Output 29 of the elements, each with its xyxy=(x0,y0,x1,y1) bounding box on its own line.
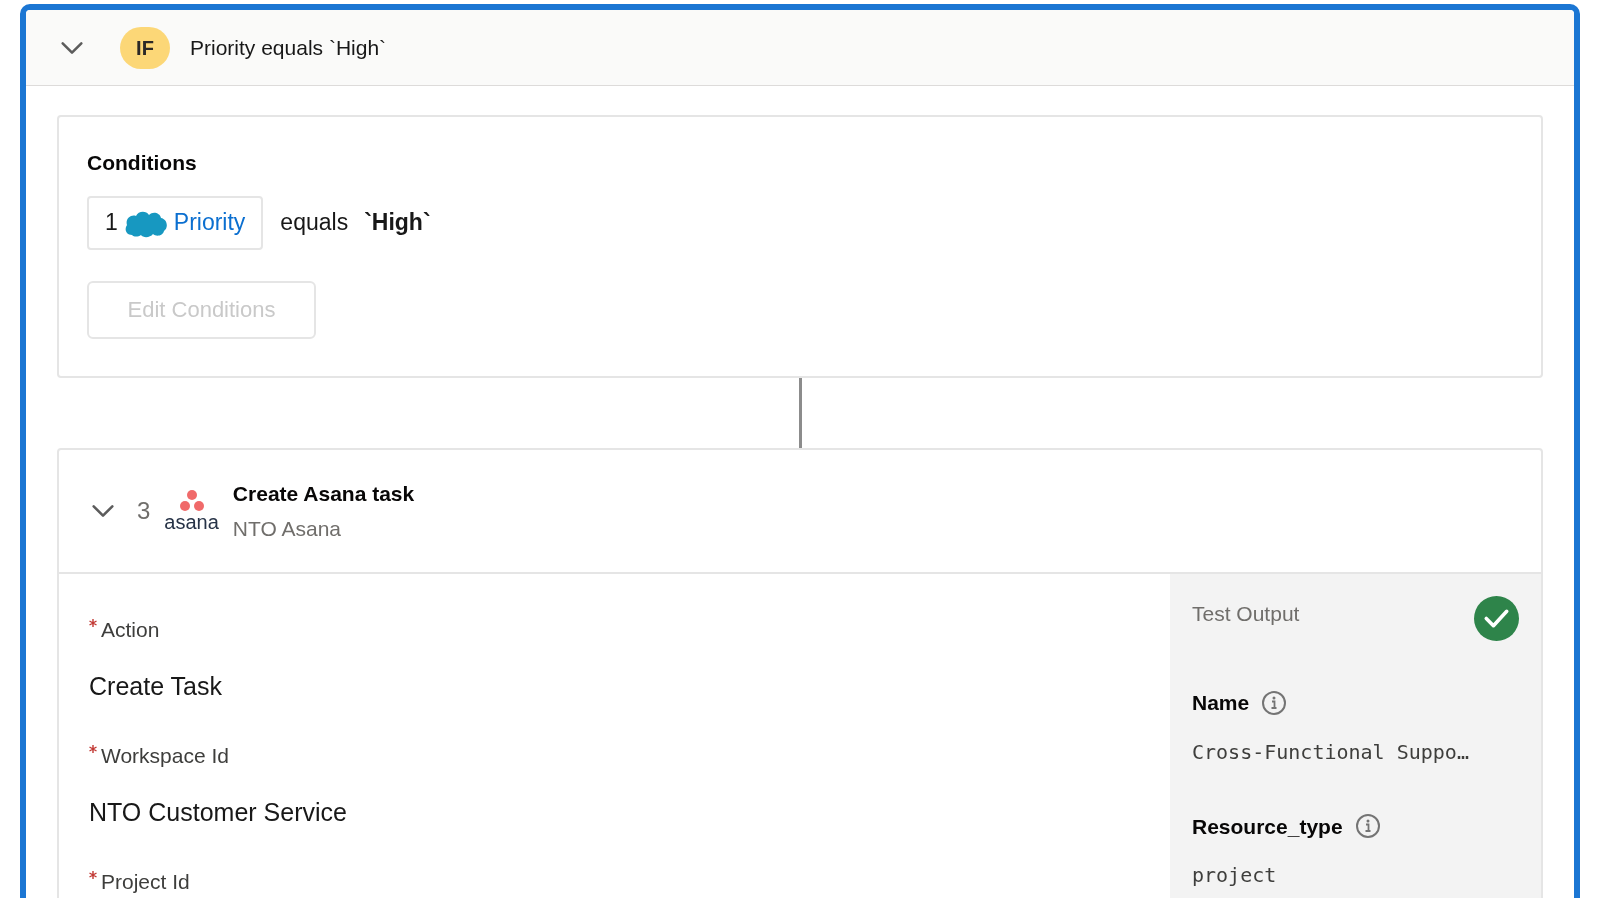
if-header-bar[interactable]: IF Priority equals `High` xyxy=(26,10,1574,86)
condition-number: 1 xyxy=(105,208,118,238)
step-title: Create Asana task xyxy=(232,480,415,507)
field-value: NTO Customer Service xyxy=(89,796,348,828)
output-value: project xyxy=(1192,862,1278,889)
output-label: Name xyxy=(1192,690,1250,716)
required-icon xyxy=(89,871,97,879)
field-label: Project Id xyxy=(89,866,1170,898)
if-badge: IF xyxy=(120,26,170,69)
conditions-title: Conditions xyxy=(87,150,198,176)
info-icon[interactable] xyxy=(1354,813,1381,840)
field-label: Action xyxy=(89,614,1170,646)
required-icon xyxy=(89,745,97,753)
test-output-title: Test Output xyxy=(1192,601,1300,627)
field-value: Create Task xyxy=(89,670,223,702)
logo-wordmark: asana xyxy=(164,512,219,532)
field-link[interactable]: Priority xyxy=(173,205,246,240)
field-label: Workspace Id xyxy=(89,740,1170,772)
info-icon[interactable] xyxy=(1261,689,1288,716)
required-icon xyxy=(89,619,97,627)
output-label: Resource_type xyxy=(1192,813,1343,840)
field-chip[interactable]: 1 Priority xyxy=(87,195,264,250)
output-value: Cross-Functional Suppo… xyxy=(1192,738,1470,766)
step-number: 3 xyxy=(137,496,151,526)
three-dots-logo-icon xyxy=(178,490,205,512)
condition-value: `High` xyxy=(364,208,431,238)
condition-operator: equals xyxy=(280,208,349,238)
step-subtitle: NTO Asana xyxy=(232,516,343,542)
condition-summary: Priority equals `High` xyxy=(190,34,387,61)
